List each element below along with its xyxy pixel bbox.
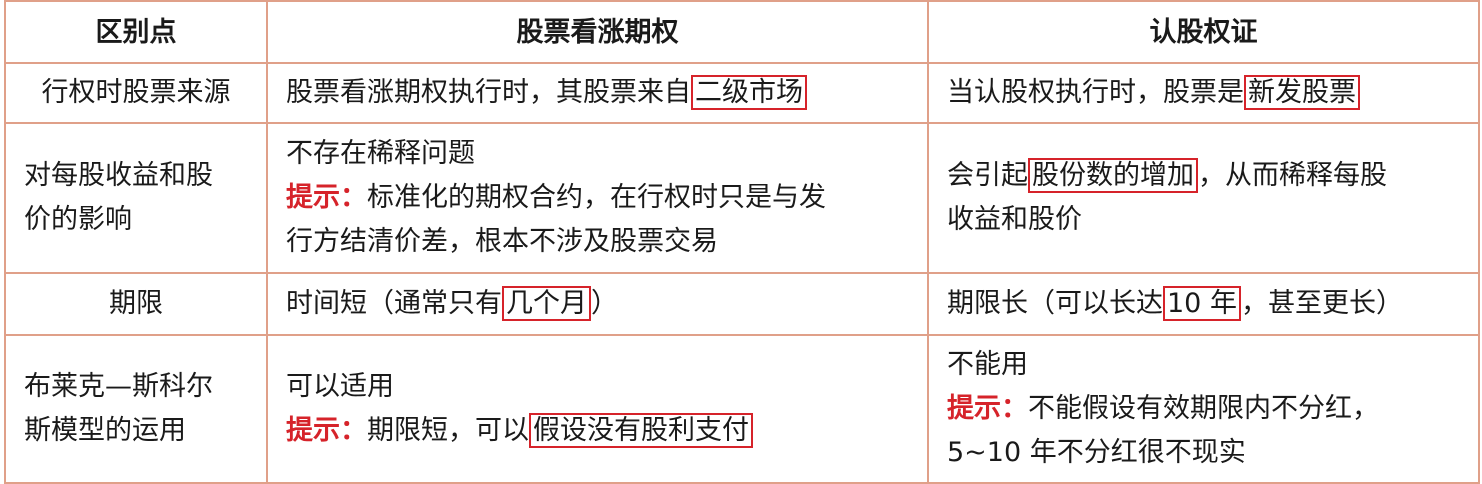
header-point: 区别点 — [4, 0, 268, 64]
header-row: 区别点 股票看涨期权 认股权证 — [4, 0, 1480, 64]
cell-text: ，从而稀释每股 — [1198, 160, 1387, 191]
table-row: 行权时股票来源 股票看涨期权执行时，其股票来自 二级市场 当认股权执行时，股票是新… — [4, 62, 1480, 124]
comparison-table: 区别点 股票看涨期权 认股权证 行权时股票来源 股票看涨期权执行时，其股票来自二… — [4, 0, 1480, 484]
cell-line: 价的影响 — [24, 204, 132, 235]
row-point-cell: 期限 — [4, 272, 268, 336]
highlighted-text: 二级市场 — [691, 75, 807, 110]
warrant-cell: 期限长（可以长达 10 年，甚至更长） — [927, 272, 1480, 336]
warrant-cell: 当认股权执行时，股票是 新发股票 — [927, 62, 1480, 124]
cell-text: 会引起 — [947, 160, 1028, 191]
header-call-option: 股票看涨期权 — [266, 0, 929, 64]
tip-label: 提示： — [947, 393, 1028, 424]
highlighted-text: 10 年 — [1163, 286, 1241, 321]
tip-label: 提示： — [286, 182, 367, 213]
cell-text: ，甚至更长） — [1240, 288, 1403, 319]
highlighted-text: 股份数的增加 — [1028, 158, 1198, 193]
tip-text: 不能假设有效期限内不分红， — [1028, 393, 1379, 424]
warrant-cell: 会引起 股份数的增加 ，从而稀释每股 收益和股价 — [927, 122, 1480, 274]
cell-text: ） — [591, 288, 618, 319]
cell-line: 提示：不能假设有效期限内不分红， — [947, 387, 1460, 431]
cell-line: 不能用 — [947, 349, 1028, 380]
cell-text: 期限长（可以长达 — [947, 288, 1163, 319]
cell-line: 行方结清价差，根本不涉及股票交易 — [286, 226, 718, 257]
highlighted-text: 新发股票 — [1244, 75, 1360, 110]
option-cell: 时间短（通常只有 几个月） — [266, 272, 929, 336]
row-point-cell: 对每股收益和股 价的影响 — [4, 122, 268, 274]
table-row: 对每股收益和股 价的影响 不存在稀释问题 提示：标准化的期权合约，在行权时只是与… — [4, 122, 1480, 274]
tip-text: 期限短，可以 — [367, 415, 529, 446]
header-warrant: 认股权证 — [927, 0, 1480, 64]
cell-text: 当认股权执行时，股票是 — [947, 77, 1244, 108]
cell-line: 会引起 股份数的增加 ，从而稀释每股 — [947, 154, 1460, 198]
warrant-cell: 不能用 提示：不能假设有效期限内不分红， 5~10 年不分红很不现实 — [927, 334, 1480, 484]
tip-label: 提示： — [286, 415, 367, 446]
tip-text: 标准化的期权合约，在行权时只是与发 — [367, 182, 826, 213]
cell-line: 布莱克—斯科尔 — [24, 371, 213, 402]
row-point-cell: 行权时股票来源 — [4, 62, 268, 124]
option-cell: 不存在稀释问题 提示：标准化的期权合约，在行权时只是与发 行方结清价差，根本不涉… — [266, 122, 929, 274]
cell-text: 时间短（通常只有 — [286, 288, 502, 319]
cell-text: 股票看涨期权执行时，其股票来自 — [286, 77, 691, 108]
highlighted-text: 假设没有股利支付 — [529, 413, 753, 448]
cell-line: 不存在稀释问题 — [286, 138, 475, 169]
cell-line: 5~10 年不分红很不现实 — [947, 437, 1246, 468]
cell-line: 斯模型的运用 — [24, 415, 186, 446]
cell-line: 提示：期限短，可以 假设没有股利支付 — [286, 409, 909, 453]
table-row: 期限 时间短（通常只有 几个月） 期限长（可以长达 10 年，甚至更长） — [4, 272, 1480, 336]
option-cell: 股票看涨期权执行时，其股票来自 二级市场 — [266, 62, 929, 124]
cell-line: 可以适用 — [286, 371, 394, 402]
highlighted-text: 几个月 — [502, 286, 591, 321]
cell-line: 对每股收益和股 — [24, 160, 213, 191]
table-row: 布莱克—斯科尔 斯模型的运用 可以适用 提示：期限短，可以 假设没有股利支付 不能… — [4, 334, 1480, 484]
option-cell: 可以适用 提示：期限短，可以 假设没有股利支付 — [266, 334, 929, 484]
cell-line: 收益和股价 — [947, 204, 1082, 235]
row-point-cell: 布莱克—斯科尔 斯模型的运用 — [4, 334, 268, 484]
cell-line: 提示：标准化的期权合约，在行权时只是与发 — [286, 176, 909, 220]
